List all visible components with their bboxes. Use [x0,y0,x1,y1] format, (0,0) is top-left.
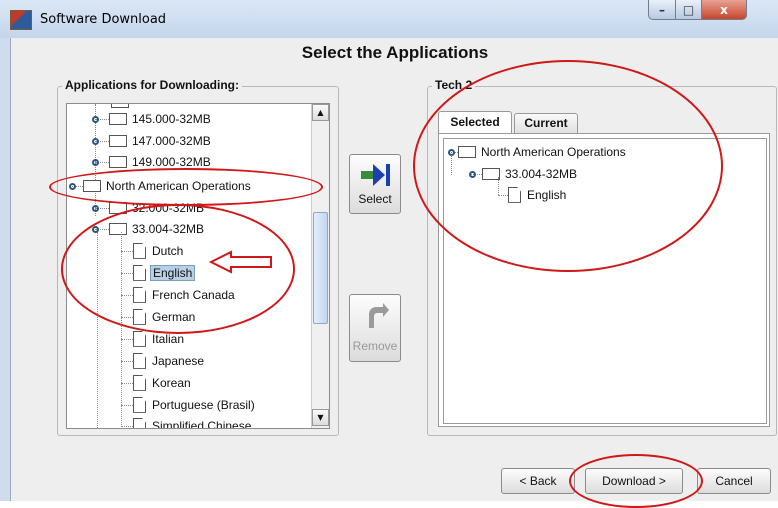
expand-toggle-icon[interactable] [69,183,76,190]
select-button-label: Select [358,192,392,206]
window-title: Software Download [40,12,167,27]
selected-tree-english[interactable]: English [508,186,568,204]
tree-item-korean[interactable]: Korean [133,374,193,392]
selected-tree-33004[interactable]: 33.004-32MB [482,165,579,183]
expand-toggle-icon[interactable] [92,116,99,123]
tab-selected[interactable]: Selected [438,111,512,134]
tab-current[interactable]: Current [514,113,578,133]
scroll-up-button[interactable]: ▲ [312,104,329,121]
folder-icon [109,134,127,147]
expand-toggle-icon[interactable] [92,138,99,145]
document-icon [133,374,146,391]
app-icon [10,10,32,30]
tree-item-japanese[interactable]: Japanese [133,352,206,370]
select-button[interactable]: Select [349,154,401,214]
scroll-thumb[interactable] [313,212,328,324]
selected-tab-panel: North American Operations 33.004-32MB En… [438,133,770,427]
document-icon [133,308,146,325]
title-bar: Software Download – □ x [0,0,778,38]
folder-icon [109,112,127,125]
expand-toggle-icon[interactable] [92,226,99,233]
document-icon [133,264,146,281]
tree-item-145[interactable]: 145.000-32MB [109,110,213,128]
cancel-button[interactable]: Cancel [697,468,771,494]
document-icon [133,286,146,303]
tree-item-italian[interactable]: Italian [133,330,186,348]
folder-icon [83,179,101,192]
expand-toggle-icon[interactable] [92,159,99,166]
maximize-button[interactable]: □ [675,0,702,20]
tree-item-simplified-chinese[interactable]: Simplified Chinese [133,417,253,428]
tree-item-32000[interactable]: 32.000-32MB [109,199,206,217]
vertical-scrollbar[interactable]: ▲ ▼ [311,104,329,428]
close-button[interactable]: x [701,0,747,20]
select-arrow-icon [361,164,390,186]
folder-icon [458,145,476,158]
tree-item-german[interactable]: German [133,308,197,326]
tree-item-north-american-operations[interactable]: North American Operations [83,177,253,195]
applications-legend: Applications for Downloading: [62,78,242,92]
applications-tree[interactable]: 145.000-32MB 147.000-32MB 149.000-32MB N… [66,103,330,429]
tree-item-147[interactable]: 147.000-32MB [109,132,213,150]
tree-item-dutch[interactable]: Dutch [133,242,185,260]
remove-button-label: Remove [352,339,398,353]
folder-icon [109,155,127,168]
minimize-button[interactable]: – [648,0,676,20]
folder-icon [109,201,127,214]
tech2-group: Tech 2 Selected Current North American O… [427,78,777,436]
back-button[interactable]: < Back [501,468,575,494]
document-icon [508,186,521,203]
expand-toggle-icon[interactable] [92,205,99,212]
tech2-legend: Tech 2 [432,78,476,92]
document-icon [133,330,146,347]
document-icon [133,352,146,369]
download-button[interactable]: Download > [585,468,683,494]
document-icon [133,417,146,428]
applications-group: Applications for Downloading: 145.000-32… [57,78,339,436]
annotation-arrow-icon [209,250,272,274]
selected-tree[interactable]: North American Operations 33.004-32MB En… [443,138,767,424]
tree-item-33004[interactable]: 33.004-32MB [109,220,206,238]
document-icon [133,396,146,413]
remove-arrow-icon [369,303,389,328]
tree-item-french-canada[interactable]: French Canada [133,286,237,304]
scroll-down-button[interactable]: ▼ [312,409,329,426]
tab-bar: Selected Current [438,111,770,135]
selected-tree-north-american-operations[interactable]: North American Operations [458,143,628,161]
page-title: Select the Applications [301,43,489,62]
dialog-body: Select the Applications Applications for… [10,38,778,508]
expand-toggle-icon[interactable] [469,171,476,178]
tree-item-english[interactable]: English [133,264,196,282]
tree-item-portuguese-brasil[interactable]: Portuguese (Brasil) [133,396,257,414]
document-icon [133,242,146,259]
remove-button[interactable]: Remove [349,294,401,362]
tree-item-149[interactable]: 149.000-32MB [109,153,213,171]
folder-icon [109,222,127,235]
software-download-window: Software Download – □ x Select the Appli… [0,0,778,508]
